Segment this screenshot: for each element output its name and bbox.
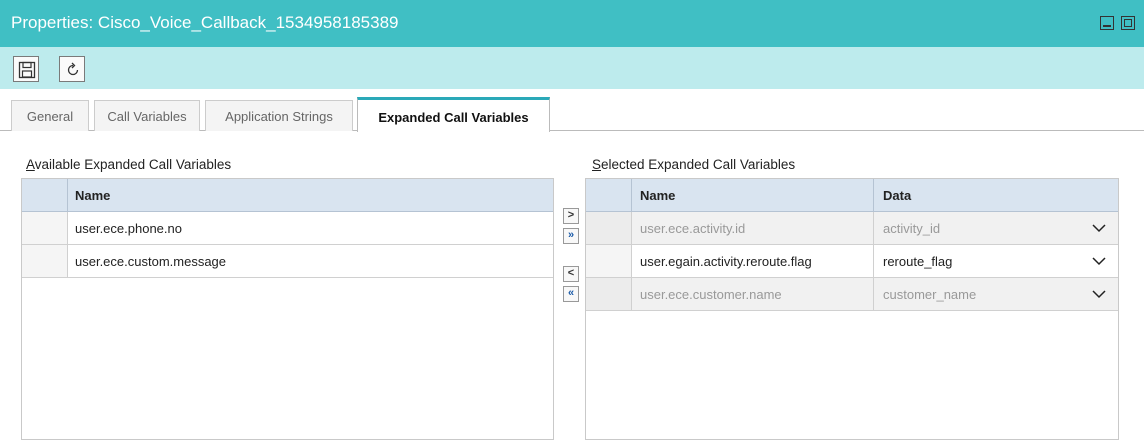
table-row[interactable]: user.egain.activity.reroute.flag reroute…: [586, 245, 1118, 278]
selected-row-data[interactable]: customer_name: [883, 287, 976, 302]
table-row[interactable]: user.ece.phone.no: [22, 212, 553, 245]
tab-general[interactable]: General: [11, 100, 89, 131]
chevron-down-icon[interactable]: [1091, 220, 1107, 236]
selected-row-data[interactable]: reroute_flag: [883, 254, 952, 269]
selected-header-data[interactable]: Data: [883, 188, 911, 203]
remove-all-button[interactable]: «: [563, 286, 579, 302]
selected-row-name: user.ece.customer.name: [640, 287, 782, 302]
available-label-text: vailable Expanded Call Variables: [34, 157, 232, 172]
cell-divider: [873, 245, 874, 277]
row-selector[interactable]: [586, 245, 632, 277]
tab-bar: General Call Variables Application Strin…: [0, 97, 1144, 132]
save-icon: [18, 61, 36, 79]
row-selector[interactable]: [22, 245, 68, 277]
selected-grid-header: Name Data: [586, 179, 1118, 212]
tab-call-variables[interactable]: Call Variables: [94, 100, 200, 131]
available-row-name: user.ece.phone.no: [75, 221, 182, 236]
window-title: Properties: Cisco_Voice_Callback_1534958…: [11, 13, 399, 32]
remove-selected-button[interactable]: <: [563, 266, 579, 282]
available-variables-grid[interactable]: Name user.ece.phone.no user.ece.custom.m…: [21, 178, 554, 440]
selected-section-label: Selected Expanded Call Variables: [592, 157, 795, 172]
refresh-icon: [67, 62, 79, 76]
maximize-icon[interactable]: [1121, 16, 1135, 30]
add-all-button[interactable]: »: [563, 228, 579, 244]
row-selector[interactable]: [586, 278, 632, 310]
tab-expanded-call-variables[interactable]: Expanded Call Variables: [357, 97, 550, 132]
selected-label-text: elected Expanded Call Variables: [601, 157, 796, 172]
available-header-selector: [22, 179, 68, 212]
tab-application-strings[interactable]: Application Strings: [205, 100, 353, 131]
selected-row-name: user.egain.activity.reroute.flag: [640, 254, 812, 269]
row-selector[interactable]: [586, 212, 632, 244]
chevron-down-icon[interactable]: [1091, 253, 1107, 269]
chevron-down-icon[interactable]: [1091, 286, 1107, 302]
refresh-button[interactable]: [59, 56, 85, 82]
available-header-name[interactable]: Name: [75, 188, 110, 203]
selected-header-selector: [586, 179, 632, 212]
selected-header-name[interactable]: Name: [640, 188, 675, 203]
available-section-label: Available Expanded Call Variables: [26, 157, 231, 172]
column-divider[interactable]: [873, 179, 874, 212]
cell-divider: [873, 278, 874, 310]
add-selected-button[interactable]: >: [563, 208, 579, 224]
selected-variables-grid[interactable]: Name Data user.ece.activity.id activity_…: [585, 178, 1119, 440]
toolbar: [0, 47, 1144, 89]
row-selector[interactable]: [22, 212, 68, 244]
save-button[interactable]: [13, 56, 39, 82]
title-bar: Properties: Cisco_Voice_Callback_1534958…: [0, 0, 1144, 47]
table-row[interactable]: user.ece.custom.message: [22, 245, 553, 278]
cell-divider: [873, 212, 874, 244]
selected-row-data[interactable]: activity_id: [883, 221, 940, 236]
available-grid-header: Name: [22, 179, 553, 212]
available-label-accesskey: A: [26, 157, 35, 172]
minimize-icon[interactable]: [1100, 16, 1114, 30]
selected-row-name: user.ece.activity.id: [640, 221, 746, 236]
table-row[interactable]: user.ece.customer.name customer_name: [586, 278, 1118, 311]
selected-label-accesskey: S: [592, 157, 602, 172]
available-row-name: user.ece.custom.message: [75, 254, 227, 269]
table-row[interactable]: user.ece.activity.id activity_id: [586, 212, 1118, 245]
